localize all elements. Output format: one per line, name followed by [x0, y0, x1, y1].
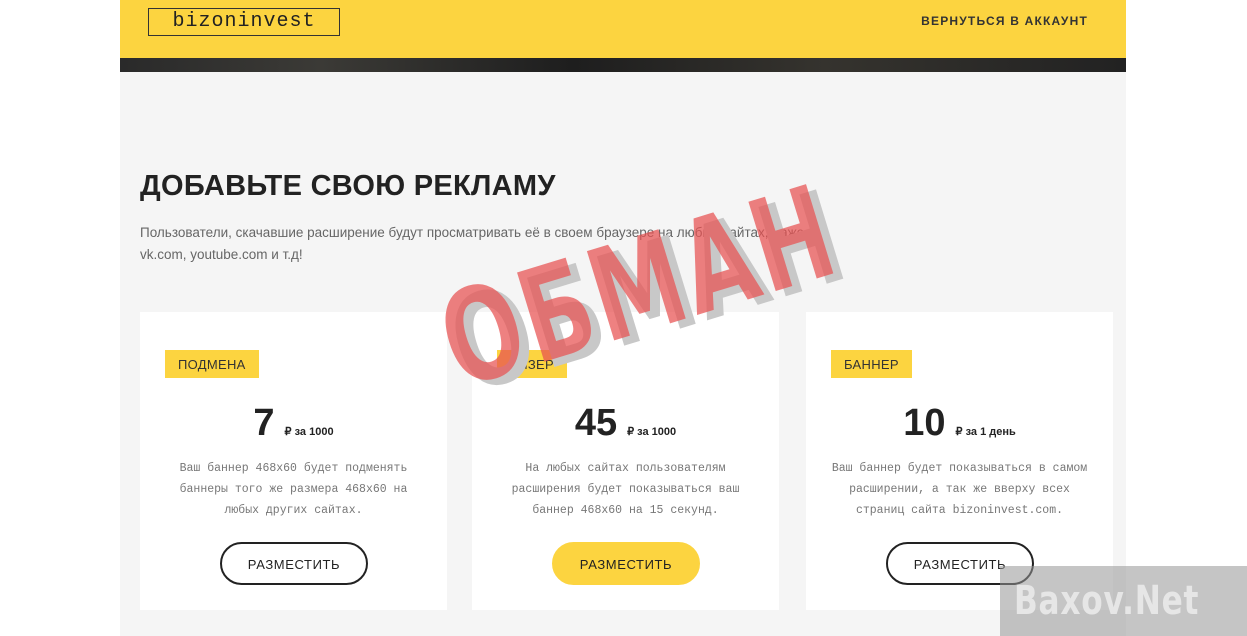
card-badge: БАННЕР — [831, 350, 912, 378]
place-ad-button[interactable]: РАЗМЕСТИТЬ — [220, 542, 368, 585]
header-image-strip — [120, 58, 1126, 72]
page-title: ДОБАВЬТЕ СВОЮ РЕКЛАМУ — [140, 170, 556, 202]
site-watermark: Baxov.Net — [1000, 566, 1247, 636]
price-unit: ₽ за 1000 — [627, 426, 677, 438]
price-unit: ₽ за 1000 — [284, 426, 334, 438]
pricing-card-teaser: ТИЗЕР 45 ₽ за 1000 На любых сайтах пользо… — [472, 312, 779, 610]
page-subtitle: Пользователи, скачавшие расширение будут… — [140, 225, 805, 262]
card-description: Ваш баннер будет показываться в самом ра… — [831, 462, 1088, 517]
card-description: На любых сайтах пользователям расширения… — [511, 462, 740, 517]
price-value: 7 — [253, 402, 275, 444]
price-unit: ₽ за 1 день — [955, 426, 1016, 438]
watermark-text: Baxov.Net — [1014, 578, 1200, 624]
price-value: 45 — [574, 402, 618, 444]
price-row: 10 ₽ за 1 день — [806, 402, 1113, 445]
pricing-card-substitution: ПОДМЕНА 7 ₽ за 1000 Ваш баннер 468х60 буд… — [140, 312, 447, 610]
card-description: Ваш баннер 468х60 будет подменять баннер… — [179, 462, 408, 517]
price-value: 10 — [903, 402, 946, 444]
back-to-account-link[interactable]: ВЕРНУТЬСЯ В АККАУНТ — [921, 14, 1088, 28]
price-row: 7 ₽ за 1000 — [140, 402, 447, 445]
price-row: 45 ₽ за 1000 — [472, 402, 779, 445]
logo[interactable]: bizoninvest — [148, 8, 340, 36]
card-badge: ТИЗЕР — [497, 350, 567, 378]
card-badge: ПОДМЕНА — [165, 350, 259, 378]
place-ad-button[interactable]: РАЗМЕСТИТЬ — [552, 542, 700, 585]
page-container: bizoninvest ВЕРНУТЬСЯ В АККАУНТ ДОБАВЬТЕ… — [120, 0, 1126, 636]
header-bar: bizoninvest ВЕРНУТЬСЯ В АККАУНТ — [120, 0, 1126, 58]
